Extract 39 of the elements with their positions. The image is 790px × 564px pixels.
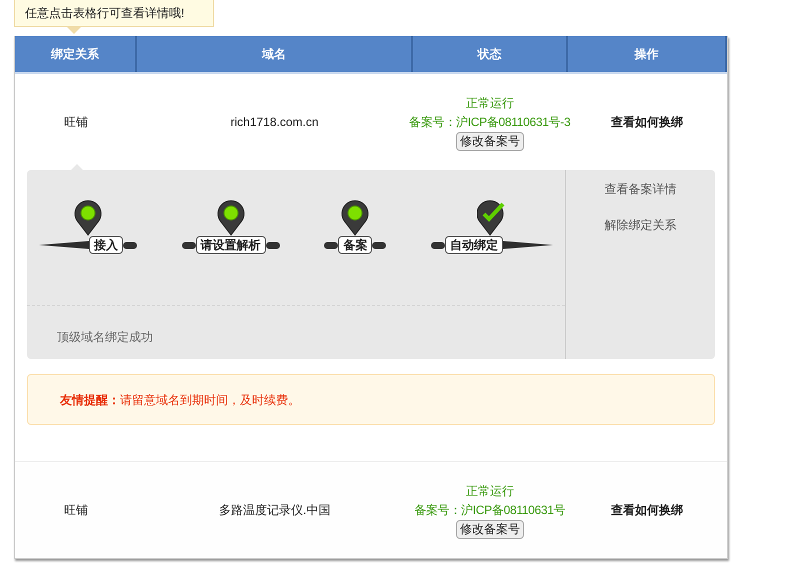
domain-cell-text: rich1718.com.cn [230,114,319,131]
map-pin-icon [216,200,245,236]
column-header: 域名 [137,36,413,72]
success-message: 顶级域名绑定成功 [57,330,153,344]
table-row[interactable]: 旺铺 多路温度记录仪.中国 正常运行 备案号：沪ICP备08110631号 修改备案号 查看如何换绑 [15,462,727,558]
action-link[interactable]: 查看如何换绑 [611,113,684,131]
detail-link[interactable]: 查看备案详情 [604,180,676,198]
map-pin-icon [341,200,370,236]
binding-cell-text: 旺铺 [64,502,88,519]
column-header: 状态 [413,36,568,72]
table-row[interactable]: 旺铺 rich1718.com.cn 正常运行 备案号：沪ICP备08110631号-3 修改备案号 查看如何换绑 [15,74,727,170]
track-line [372,242,386,248]
step-label: 自动绑定 [444,236,503,254]
detail-link[interactable]: 解除绑定关系 [604,216,676,234]
track-line [324,242,338,248]
column-header: 绑定关系 [15,36,137,72]
domain-cell-text: 多路温度记录仪.中国 [218,502,330,519]
track-line [123,242,137,248]
track-line [266,242,280,248]
action-link[interactable]: 查看如何换绑 [611,501,684,519]
track-line [39,241,89,249]
reminder-text: 友情提醒：请留意域名到期时间，及时续费。 [60,392,300,408]
column-header: 操作 [568,36,727,72]
binding-cell-text: 旺铺 [64,114,88,131]
track-line [430,242,445,248]
step-label: 请设置解析 [196,236,266,254]
step-label: 接入 [89,236,123,254]
map-pin-icon [74,200,102,236]
track-line [502,241,553,249]
edit-record-button[interactable]: 修改备案号 [456,132,524,150]
record-number: 备案号：沪ICP备08110631号-3 [409,114,570,130]
tooltip: 任意点击表格行可查看详情哦! [14,0,214,27]
step-label: 备案 [338,236,372,254]
status-text: 正常运行 [466,96,514,110]
track-line [182,242,196,248]
check-pin-icon [476,200,507,236]
record-number: 备案号：沪ICP备08110631号 [414,502,566,518]
edit-record-button[interactable]: 修改备案号 [456,520,524,538]
status-text: 正常运行 [466,484,514,498]
